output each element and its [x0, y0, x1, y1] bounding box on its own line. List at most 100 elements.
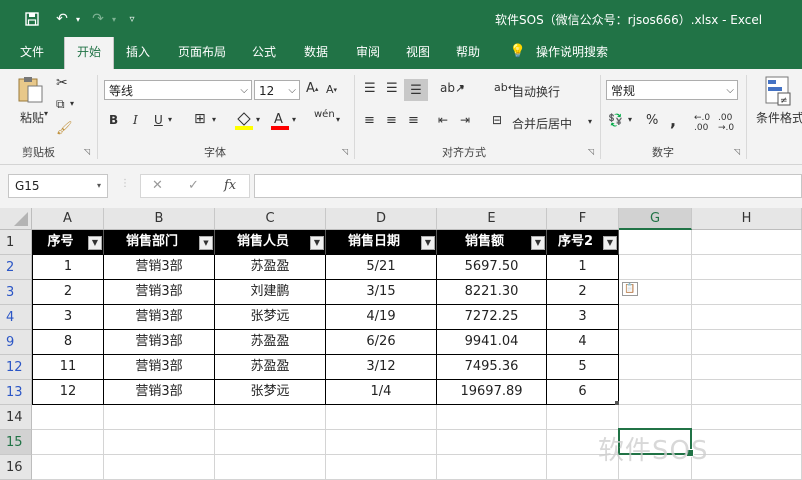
cell[interactable] [326, 455, 437, 480]
cell[interactable] [619, 355, 692, 380]
cell[interactable] [104, 430, 215, 455]
cell[interactable] [692, 230, 802, 255]
table-cell[interactable]: 1 [547, 255, 619, 280]
merge-center-icon[interactable]: ⊟ [492, 113, 502, 127]
cell[interactable] [619, 330, 692, 355]
column-header-d[interactable]: D [326, 208, 437, 230]
table-cell[interactable]: 6 [547, 380, 619, 405]
enter-button[interactable]: ✓ [188, 178, 199, 193]
accounting-format-icon[interactable]: 💱 [608, 113, 623, 127]
undo-dropdown-icon[interactable]: ▾ [68, 9, 88, 29]
cell[interactable] [692, 255, 802, 280]
table-cell[interactable]: 8 [32, 330, 104, 355]
name-box[interactable]: G15 ▾ [8, 174, 108, 198]
table-cell[interactable]: 3/15 [326, 280, 437, 305]
table-cell[interactable]: 5 [547, 355, 619, 380]
cell[interactable] [692, 430, 802, 455]
italic-button[interactable]: I [133, 113, 138, 127]
table-cell[interactable]: 4 [547, 330, 619, 355]
column-header-g[interactable]: G [619, 208, 692, 230]
table-cell[interactable]: 1 [32, 255, 104, 280]
cell[interactable] [215, 405, 326, 430]
cell[interactable] [437, 430, 547, 455]
row-header[interactable]: 14 [0, 405, 32, 430]
table-cell[interactable]: 6/26 [326, 330, 437, 355]
table-cell[interactable]: 苏盈盈 [215, 330, 326, 355]
row-header[interactable]: 3 [0, 280, 32, 305]
wrap-text-button[interactable]: 自动换行 [512, 83, 560, 100]
cell[interactable] [215, 455, 326, 480]
table-cell[interactable]: 3 [32, 305, 104, 330]
table-cell[interactable]: 营销3部 [104, 280, 215, 305]
splitter-handle-icon[interactable]: ⋮ [120, 178, 130, 189]
fill-color-dropdown-icon[interactable]: ▾ [256, 115, 260, 124]
row-header[interactable]: 12 [0, 355, 32, 380]
cell[interactable] [32, 405, 104, 430]
align-center-icon[interactable]: ≡ [386, 113, 397, 128]
comma-style-button[interactable]: , [670, 111, 676, 130]
paste-button[interactable]: 粘贴 [20, 109, 44, 126]
conditional-formatting-button[interactable]: 条件格式 [756, 109, 802, 126]
increase-indent-icon[interactable]: ⇥ [460, 113, 470, 127]
table-cell[interactable]: 苏盈盈 [215, 255, 326, 280]
font-size-dropdown[interactable]: 12 ⌵ [254, 80, 300, 100]
row-header[interactable]: 13 [0, 380, 32, 405]
tab-formulas[interactable]: 公式 [244, 37, 284, 69]
borders-icon[interactable]: ⊞ [194, 111, 206, 127]
copy-dropdown-icon[interactable]: ▾ [70, 99, 74, 108]
column-header-h[interactable]: H [692, 208, 802, 230]
cell[interactable] [619, 230, 692, 255]
table-cell[interactable]: 营销3部 [104, 380, 215, 405]
name-box-dropdown-icon[interactable]: ▾ [97, 175, 101, 197]
decrease-indent-icon[interactable]: ⇤ [438, 113, 448, 127]
cell[interactable] [619, 255, 692, 280]
underline-button[interactable]: U [154, 113, 163, 127]
filter-active-icon[interactable]: ▼ [199, 236, 213, 250]
tab-page-layout[interactable]: 页面布局 [170, 37, 234, 69]
tab-file[interactable]: 文件 [8, 37, 56, 69]
table-cell[interactable]: 9941.04 [437, 330, 547, 355]
format-painter-icon[interactable]: 🖌 [56, 121, 73, 136]
cell[interactable] [104, 455, 215, 480]
cell[interactable] [32, 455, 104, 480]
filter-dropdown-icon[interactable]: ▼ [421, 236, 435, 250]
table-cell[interactable]: 营销3部 [104, 255, 215, 280]
column-header-a[interactable]: A [32, 208, 104, 230]
row-header[interactable]: 9 [0, 330, 32, 355]
paste-options-icon[interactable]: 📋 [622, 282, 638, 296]
table-cell[interactable]: 营销3部 [104, 305, 215, 330]
decrease-font-size-icon[interactable]: A ▾ [326, 83, 337, 96]
cell[interactable] [692, 280, 802, 305]
font-launcher-icon[interactable]: ◹ [342, 147, 348, 156]
table-cell[interactable]: 2 [32, 280, 104, 305]
customize-qat-icon[interactable]: ▿ [122, 9, 142, 29]
phonetic-dropdown-icon[interactable]: ▾ [336, 115, 340, 124]
cell[interactable] [32, 430, 104, 455]
table-cell[interactable]: 19697.89 [437, 380, 547, 405]
font-name-dropdown[interactable]: 等线 ⌵ [104, 80, 252, 100]
middle-align-icon[interactable]: ☰ [386, 81, 398, 96]
tell-me-search[interactable]: 操作说明搜索 [532, 37, 612, 69]
table-cell[interactable]: 营销3部 [104, 355, 215, 380]
table-cell[interactable]: 11 [32, 355, 104, 380]
orientation-dropdown-icon[interactable]: ▾ [460, 83, 464, 92]
align-left-icon[interactable]: ≡ [364, 113, 375, 128]
cell[interactable] [437, 455, 547, 480]
table-cell[interactable]: 1/4 [326, 380, 437, 405]
tab-review[interactable]: 审阅 [348, 37, 388, 69]
paste-dropdown-icon[interactable]: ▾ [44, 109, 48, 118]
table-cell[interactable]: 3/12 [326, 355, 437, 380]
conditional-formatting-icon[interactable]: ≠ [764, 75, 794, 107]
filter-dropdown-icon[interactable]: ▼ [603, 236, 617, 250]
table-cell[interactable]: 8221.30 [437, 280, 547, 305]
cell[interactable] [692, 380, 802, 405]
table-cell[interactable]: 张梦远 [215, 305, 326, 330]
tab-home[interactable]: 开始 [64, 37, 114, 70]
cell[interactable] [326, 430, 437, 455]
filter-dropdown-icon[interactable]: ▼ [531, 236, 545, 250]
borders-dropdown-icon[interactable]: ▾ [212, 115, 216, 124]
merge-center-button[interactable]: 合并后居中 [512, 115, 572, 132]
cut-icon[interactable]: ✂ [56, 75, 68, 91]
table-cell[interactable]: 张梦远 [215, 380, 326, 405]
cell[interactable] [692, 455, 802, 480]
